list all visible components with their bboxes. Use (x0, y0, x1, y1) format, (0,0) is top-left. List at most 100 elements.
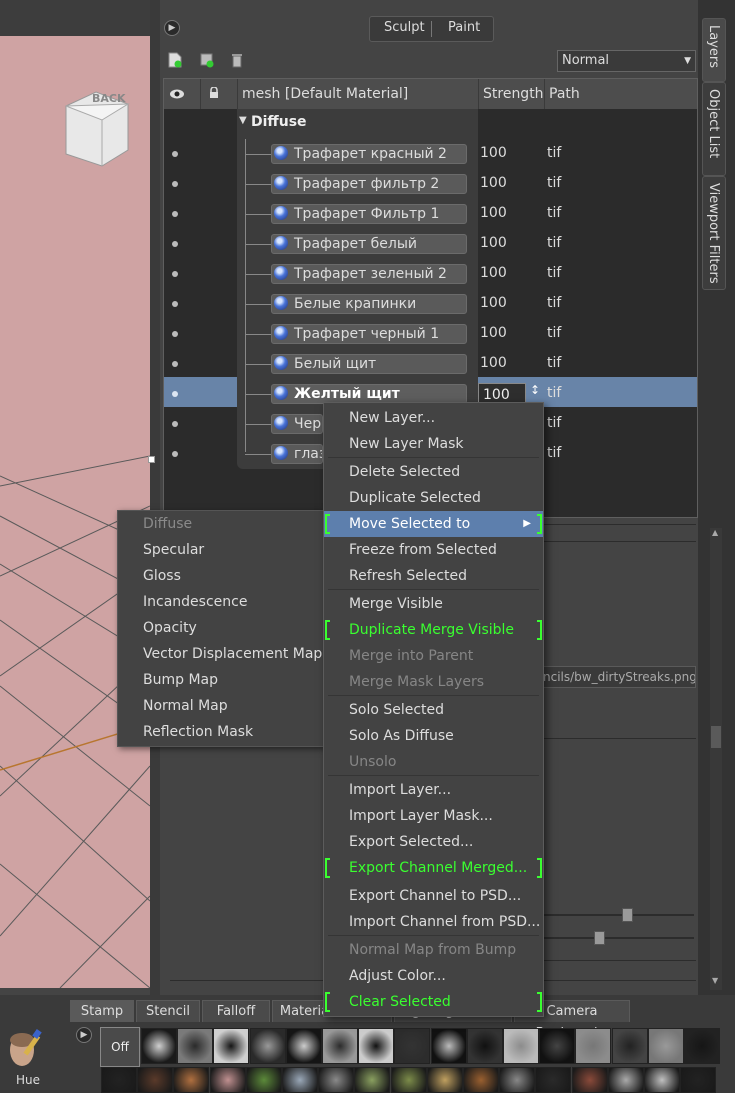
shelf-tab-falloff[interactable]: Falloff (202, 1000, 270, 1022)
layer-name-button[interactable]: Чер (271, 414, 323, 434)
trash-icon[interactable] (230, 52, 244, 68)
layer-visibility-toggle[interactable] (172, 301, 178, 307)
stamp-thumbnail[interactable] (394, 1028, 431, 1064)
stamp-thumbnail[interactable] (466, 1028, 503, 1064)
stamp-thumbnail[interactable] (282, 1067, 318, 1093)
submenu-item-incandescence[interactable]: Incandescence (143, 594, 247, 610)
stamp-thumbnail[interactable] (539, 1028, 576, 1064)
stamp-thumbnail[interactable] (680, 1067, 717, 1093)
layer-visibility-toggle[interactable] (172, 271, 178, 277)
layer-visibility-toggle[interactable] (172, 421, 178, 427)
new-layer-icon[interactable] (168, 52, 182, 68)
stamp-thumbnail[interactable] (430, 1028, 467, 1064)
blend-mode-select[interactable]: Normal ▼ (557, 50, 696, 72)
stamp-thumbnail[interactable] (426, 1067, 463, 1093)
menu-item-export-channel-to-psd[interactable]: Export Channel to PSD... (324, 883, 543, 909)
layer-name-button[interactable]: Трафарет белый (271, 234, 467, 254)
layer-row[interactable]: Трафарет зеленый 2 100 tif (164, 259, 697, 289)
layer-visibility-toggle[interactable] (172, 331, 178, 337)
scrollbar-thumb[interactable] (711, 726, 721, 748)
layer-name-button[interactable]: Белые крапинки (271, 294, 467, 314)
menu-item-import-layer[interactable]: Import Layer... (324, 777, 543, 803)
column-header-path[interactable]: Path (544, 79, 697, 109)
stencil-path-field[interactable]: ncils/bw_dirtyStreaks.png (540, 666, 696, 688)
stamp-thumbnail[interactable] (499, 1067, 536, 1093)
submenu-item-gloss[interactable]: Gloss (143, 568, 181, 584)
menu-item-clear-selected[interactable]: Clear Selected (324, 989, 543, 1015)
properties-scrollbar[interactable]: ▲ ▼ (710, 528, 722, 990)
layer-visibility-toggle[interactable] (172, 451, 178, 457)
lock-column[interactable] (200, 79, 237, 109)
layer-row[interactable]: Трафарет красный 2 100 tif (164, 139, 697, 169)
layer-visibility-toggle[interactable] (172, 211, 178, 217)
menu-item-import-layer-mask[interactable]: Import Layer Mask... (324, 803, 543, 829)
column-header-strength[interactable]: Strength (478, 79, 544, 109)
shelf-expand-button[interactable]: ▶ (76, 1027, 92, 1043)
menu-item-export-channel-merged[interactable]: Export Channel Merged... (324, 855, 543, 881)
stamp-thumbnail[interactable] (285, 1028, 322, 1064)
menu-item-duplicate-merge-visible[interactable]: Duplicate Merge Visible (324, 617, 543, 643)
stamp-thumbnail[interactable] (213, 1028, 250, 1064)
group-expand-icon[interactable]: ▼ (239, 115, 247, 126)
layer-visibility-toggle[interactable] (172, 391, 178, 397)
menu-item-move-selected-to[interactable]: Move Selected to ▶ (324, 511, 543, 537)
menu-item-import-channel-from-psd[interactable]: Import Channel from PSD... (324, 909, 543, 935)
stamp-thumbnail[interactable] (101, 1067, 137, 1093)
hue-tool-icon[interactable] (4, 1028, 48, 1072)
stamp-thumbnail[interactable] (647, 1028, 684, 1064)
shelf-tab-stamp[interactable]: Stamp (70, 1000, 134, 1022)
stamp-thumbnail[interactable] (390, 1067, 427, 1093)
submenu-item-specular[interactable]: Specular (143, 542, 204, 558)
menu-item-solo-selected[interactable]: Solo Selected (324, 697, 543, 723)
shelf-tab-stencil[interactable]: Stencil (136, 1000, 200, 1022)
layer-row[interactable]: Трафарет Фильтр 1 100 tif (164, 199, 697, 229)
panel-collapse-button[interactable]: ▶ (164, 20, 180, 36)
tab-viewport-filters[interactable]: Viewport Filters (702, 176, 726, 290)
paint-button[interactable]: Paint (448, 20, 480, 35)
stamp-thumbnail[interactable] (607, 1067, 644, 1093)
layer-name-button[interactable]: Трафарет черный 1 (271, 324, 467, 344)
stamp-thumbnail[interactable] (322, 1028, 358, 1064)
stamp-thumbnail[interactable] (173, 1067, 210, 1093)
stamp-thumbnail[interactable] (141, 1028, 177, 1064)
submenu-item-vector-displacement-map[interactable]: Vector Displacement Map (143, 646, 322, 662)
layer-visibility-toggle[interactable] (172, 151, 178, 157)
stamp-thumbnail[interactable] (503, 1028, 539, 1064)
viewport-divider[interactable] (150, 0, 160, 995)
scroll-up-icon[interactable]: ▲ (712, 528, 718, 537)
layer-visibility-toggle[interactable] (172, 361, 178, 367)
layer-visibility-toggle[interactable] (172, 241, 178, 247)
menu-item-delete-selected[interactable]: Delete Selected (324, 459, 543, 485)
layer-row[interactable]: Белый щит 100 tif (164, 349, 697, 379)
scroll-down-icon[interactable]: ▼ (712, 976, 718, 985)
menu-item-refresh-selected[interactable]: Refresh Selected (324, 563, 543, 589)
stamp-thumbnail[interactable] (463, 1067, 499, 1093)
slider-knob[interactable] (594, 931, 605, 945)
submenu-item-bump-map[interactable]: Bump Map (143, 672, 218, 688)
layer-row[interactable]: Белые крапинки 100 tif (164, 289, 697, 319)
slider-knob[interactable] (622, 908, 633, 922)
layer-name-button[interactable]: Белый щит (271, 354, 467, 374)
layer-name-button[interactable]: Трафарет красный 2 (271, 144, 467, 164)
layer-visibility-toggle[interactable] (172, 181, 178, 187)
menu-item-export-selected[interactable]: Export Selected... (324, 829, 543, 855)
tab-layers[interactable]: Layers (702, 18, 726, 82)
menu-item-freeze-from-selected[interactable]: Freeze from Selected (324, 537, 543, 563)
stamp-thumbnail[interactable] (318, 1067, 355, 1093)
stamp-thumbnail[interactable] (535, 1067, 572, 1093)
layer-name-button[interactable]: Желтый щит (271, 384, 467, 404)
stamp-thumbnail[interactable] (575, 1028, 612, 1064)
stamp-thumbnail[interactable] (644, 1067, 680, 1093)
stamp-thumbnail[interactable] (137, 1067, 174, 1093)
stamp-thumbnail[interactable] (358, 1028, 395, 1064)
layer-name-button[interactable]: Трафарет фильтр 2 (271, 174, 467, 194)
stamp-thumbnail[interactable] (354, 1067, 391, 1093)
layer-name-button[interactable]: Трафарет Фильтр 1 (271, 204, 467, 224)
layer-row[interactable]: Трафарет белый 100 tif (164, 229, 697, 259)
submenu-item-opacity[interactable]: Opacity (143, 620, 197, 636)
strength-spinner-icon[interactable]: ↕ (530, 383, 540, 397)
stamp-thumbnail[interactable] (684, 1028, 720, 1064)
stamp-thumbnail[interactable] (209, 1067, 246, 1093)
new-layer-mask-icon[interactable] (200, 52, 214, 68)
menu-item-new-layer[interactable]: New Layer... (324, 405, 543, 431)
